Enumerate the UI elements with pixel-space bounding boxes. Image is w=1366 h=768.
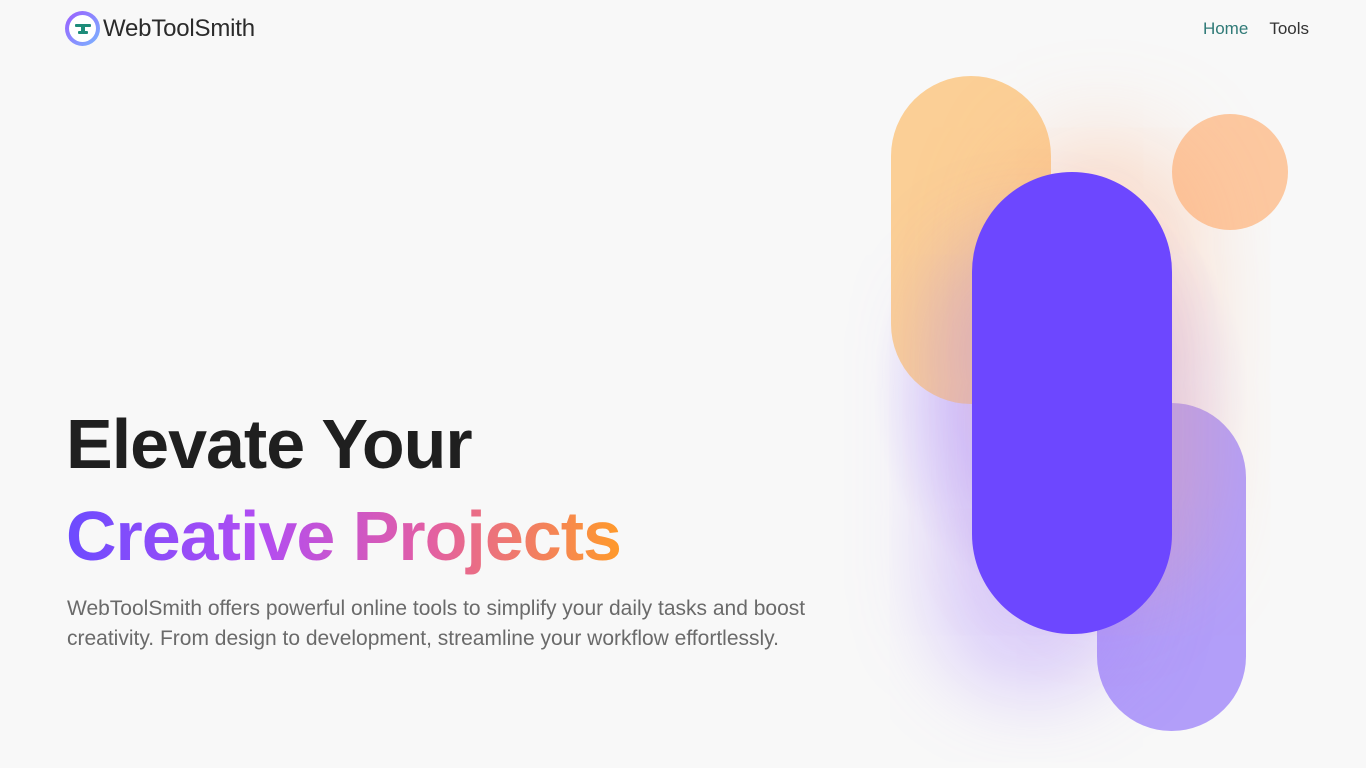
brand-logo-link[interactable]: WebToolSmith <box>65 11 255 46</box>
hero-title-line2: Creative Projects <box>66 490 622 582</box>
hero-title-line1: Elevate Your <box>66 405 473 483</box>
nav-home-link[interactable]: Home <box>1203 19 1248 39</box>
purple-pill-shape <box>972 172 1172 634</box>
nav-tools-link[interactable]: Tools <box>1269 19 1309 39</box>
main-nav: Home Tools <box>1203 19 1309 39</box>
page: WebToolSmith Home Tools Elevate Your Cre… <box>0 0 1366 768</box>
brand-name: WebToolSmith <box>103 14 255 42</box>
anvil-logo-icon <box>65 11 100 46</box>
hero-description: WebToolSmith offers powerful online tool… <box>67 597 806 650</box>
hero-title: Elevate Your Creative Projects <box>66 398 622 582</box>
peach-circle-shape <box>1172 114 1288 230</box>
